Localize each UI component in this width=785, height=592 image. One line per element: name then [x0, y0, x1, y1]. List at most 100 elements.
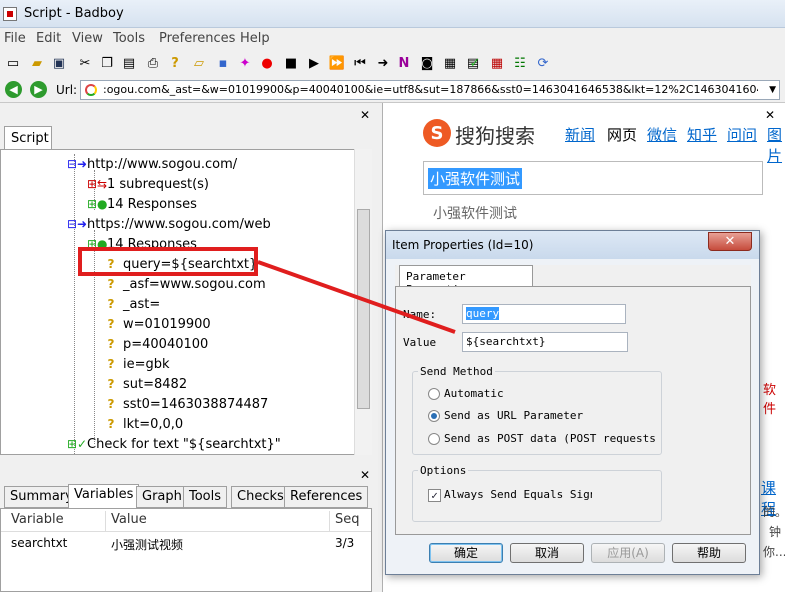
tab-graph[interactable]: Graph — [136, 486, 188, 508]
new-icon[interactable]: ▭ — [4, 54, 22, 72]
stop-icon[interactable]: ■ — [282, 54, 300, 72]
variable-value[interactable]: 小强测试视频 — [111, 536, 183, 553]
nav-images[interactable]: 图片 — [767, 124, 785, 166]
tree-node-responses[interactable]: ⊞● 14 Responses — [87, 194, 197, 214]
browser-panel-close-icon[interactable]: ✕ — [765, 108, 775, 122]
rewind-icon[interactable]: ⏮ — [351, 54, 369, 72]
nav-web[interactable]: 网页 — [607, 124, 637, 145]
variable-seq[interactable]: 3/3 — [335, 536, 354, 550]
annotation-highlight-box — [78, 247, 258, 276]
option-automatic[interactable]: Automatic — [444, 387, 504, 400]
tab-references[interactable]: References — [284, 486, 369, 508]
navigation-icon[interactable]: N — [395, 54, 413, 72]
step-icon[interactable]: ➜ — [374, 54, 392, 72]
tree-node-parameter[interactable]: ? ie=gbk — [103, 354, 170, 374]
help-button[interactable]: 帮助 — [672, 543, 746, 563]
tree-scrollbar[interactable] — [354, 149, 372, 455]
option-send-post-data[interactable]: Send as POST data (POST requests only) — [444, 432, 660, 445]
column-header-seq[interactable]: Seq — [335, 512, 360, 527]
tree-icon[interactable]: ☷ — [511, 54, 529, 72]
nav-weixin[interactable]: 微信 — [647, 124, 677, 145]
tree-node-subrequest[interactable]: ⊞⇆ 1 subrequest(s) — [87, 174, 209, 194]
url-input[interactable]: :ogou.com&_ast=&w=01019900&p=40040100&ie… — [80, 80, 780, 100]
check-toolbar-icon[interactable]: ✓ — [466, 54, 484, 72]
tree-node-request[interactable]: ⊟➜ http://www.sogou.com/ — [67, 154, 237, 174]
tree-node-parameter[interactable]: ? sst0=1463038874487 — [103, 394, 269, 414]
nav-wenwen[interactable]: 问问 — [727, 124, 757, 145]
grid-icon[interactable]: ▦ — [488, 54, 506, 72]
radio-automatic[interactable] — [428, 388, 440, 400]
cut-icon[interactable]: ✂ — [76, 54, 94, 72]
menu-edit[interactable]: Edit — [36, 31, 61, 46]
search-input[interactable]: 小强软件测试 — [423, 161, 763, 195]
menu-file[interactable]: File — [4, 31, 26, 46]
sogou-logo-text[interactable]: 搜狗搜索 — [455, 120, 535, 149]
tree-node-parameter[interactable]: ? _ast= — [103, 294, 161, 314]
play-all-icon[interactable]: ⏩ — [328, 54, 346, 72]
copy-icon[interactable]: ❐ — [98, 54, 116, 72]
value-text[interactable]: ${searchtxt} — [466, 335, 545, 348]
parameter-icon: ? — [107, 317, 115, 331]
add-param-icon[interactable]: ✦ — [236, 54, 254, 72]
url-value[interactable]: :ogou.com&_ast=&w=01019900&p=40040100&ie… — [103, 83, 758, 96]
value-field[interactable]: ${searchtxt} — [462, 332, 628, 352]
tree-node-check[interactable]: ⊞✓ Check for text "${searchtxt}" — [67, 434, 281, 454]
always-send-checkbox[interactable]: ✓ — [428, 489, 441, 502]
script-panel-close-icon[interactable]: ✕ — [360, 108, 370, 122]
url-dropdown-icon[interactable]: ▼ — [769, 85, 776, 95]
paste-icon[interactable]: ▤ — [120, 54, 138, 72]
save-icon[interactable]: ▣ — [50, 54, 68, 72]
ok-button[interactable]: 确定 — [429, 543, 503, 563]
menu-tools[interactable]: Tools — [113, 31, 145, 46]
tree-node-parameter[interactable]: ? w=01019900 — [103, 314, 211, 334]
cancel-button[interactable]: 取消 — [510, 543, 584, 563]
search-suggestion[interactable]: 小强软件测试 — [433, 203, 517, 223]
tab-parameter-properties[interactable]: Parameter Properties — [399, 265, 533, 296]
print-icon[interactable]: ⎙ — [144, 54, 162, 72]
always-send-label[interactable]: Always Send Equals Sign — [444, 488, 592, 501]
tree-node-parameter[interactable]: ? _asf=www.sogou.com — [103, 274, 266, 294]
open-icon[interactable]: ▰ — [28, 54, 46, 72]
chrome-site-icon — [85, 84, 97, 96]
help-icon[interactable]: ? — [166, 54, 184, 72]
dialog-close-button[interactable]: ✕ — [708, 232, 752, 251]
variable-name[interactable]: searchtxt — [11, 536, 67, 550]
nav-zhihu[interactable]: 知乎 — [687, 124, 717, 145]
radio-send-url-parameter[interactable] — [428, 410, 440, 422]
refresh-icon[interactable]: ⟳ — [534, 54, 552, 72]
screenshot-icon[interactable]: ◙ — [418, 54, 436, 72]
forward-button[interactable]: ▶ — [30, 81, 47, 98]
menu-help[interactable]: Help — [240, 31, 270, 46]
apply-button[interactable]: 应用(A) — [591, 543, 665, 563]
tree-node-parameter[interactable]: ? p=40040100 — [103, 334, 209, 354]
column-header-variable[interactable]: Variable — [11, 512, 64, 527]
sogou-logo-icon[interactable]: S — [423, 119, 451, 147]
tree-node-parameter[interactable]: ? lkt=0,0,0 — [103, 414, 184, 434]
nav-news[interactable]: 新闻 — [565, 124, 595, 145]
tab-checks[interactable]: Checks — [231, 486, 290, 508]
dialog-title: Item Properties (Id=10) — [392, 238, 534, 252]
option-send-url-parameter[interactable]: Send as URL Parameter — [444, 409, 583, 422]
search-value[interactable]: 小强软件测试 — [428, 168, 523, 189]
add-folder-icon[interactable]: ▱ — [190, 54, 208, 72]
tab-tools[interactable]: Tools — [183, 486, 228, 508]
menu-view[interactable]: View — [72, 31, 103, 46]
variables-panel-close-icon[interactable]: ✕ — [360, 468, 370, 482]
back-button[interactable]: ◀ — [5, 81, 22, 98]
tree-node-request[interactable]: ⊟➜ https://www.sogou.com/web — [67, 214, 271, 234]
menu-preferences[interactable]: Preferences — [159, 31, 235, 46]
name-value[interactable]: query — [466, 307, 500, 320]
summary-icon[interactable]: ▦ — [441, 54, 459, 72]
tree-node-parameter[interactable]: ? sut=8482 — [103, 374, 188, 394]
parameter-icon: ? — [107, 337, 115, 351]
name-label: Name: — [403, 308, 437, 321]
scrollbar-thumb[interactable] — [357, 209, 370, 409]
add-request-icon[interactable]: ▪ — [214, 54, 232, 72]
tab-variables[interactable]: Variables — [68, 484, 140, 508]
play-icon[interactable]: ▶ — [305, 54, 323, 72]
tab-script[interactable]: Script — [4, 126, 52, 150]
radio-send-post-data[interactable] — [428, 433, 440, 445]
column-header-value[interactable]: Value — [111, 512, 147, 527]
name-field[interactable]: query — [462, 304, 626, 324]
record-icon[interactable]: ● — [258, 54, 276, 72]
